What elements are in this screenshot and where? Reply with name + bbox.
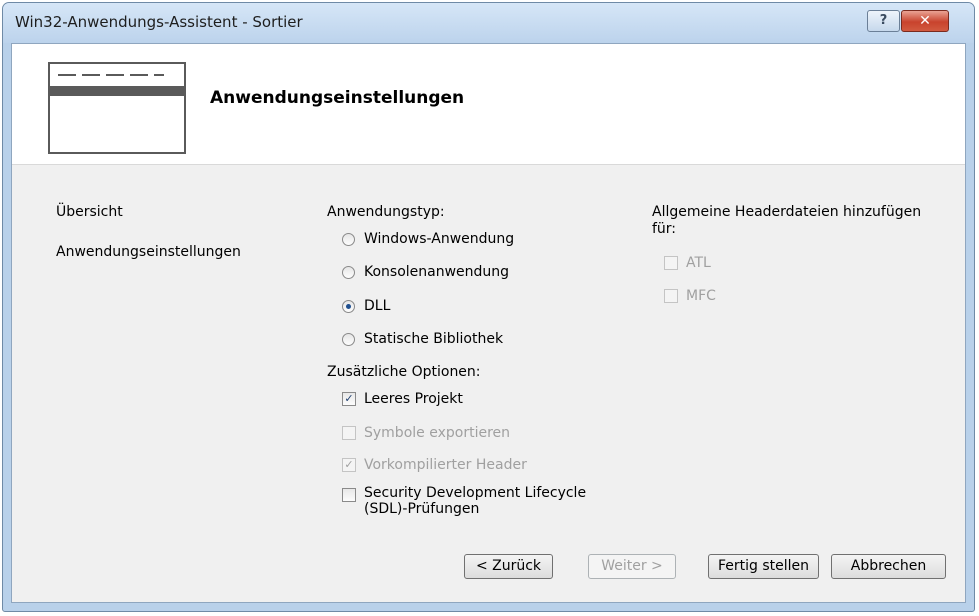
checkbox-atl: ATL: [664, 255, 711, 271]
nav-item-overview[interactable]: Übersicht: [56, 204, 123, 220]
checkbox-empty-project[interactable]: ✓ Leeres Projekt: [342, 391, 463, 407]
help-button[interactable]: ?: [867, 10, 900, 32]
radio-button[interactable]: [342, 232, 355, 246]
common-headers-label: Allgemeine Headerdateien hinzufügen für:: [652, 204, 922, 237]
checkbox-checked[interactable]: ✓: [342, 392, 356, 406]
radio-label: DLL: [364, 298, 391, 314]
checkbox-label: Security Development Lifecycle (SDL)-Prü…: [364, 485, 587, 517]
checkbox-disabled: [342, 426, 356, 440]
checkbox-disabled: [664, 289, 678, 303]
page-title: Anwendungseinstellungen: [210, 88, 465, 108]
checkbox-label: MFC: [686, 288, 716, 304]
checkbox-label: Vorkompilierter Header: [364, 457, 527, 473]
help-icon: ?: [879, 13, 888, 28]
checkbox-label: ATL: [686, 255, 711, 271]
additional-options-label: Zusätzliche Optionen:: [327, 364, 481, 380]
checkbox-export-symbols: Symbole exportieren: [342, 425, 510, 441]
back-button[interactable]: < Zurück: [464, 554, 553, 579]
close-button[interactable]: ✕: [901, 10, 949, 32]
cancel-button[interactable]: Abbrechen: [831, 554, 946, 579]
wizard-header: Anwendungseinstellungen: [12, 44, 965, 165]
close-icon: ✕: [919, 13, 931, 29]
finish-button[interactable]: Fertig stellen: [708, 554, 819, 579]
radio-button-selected[interactable]: [342, 299, 355, 313]
radio-label: Statische Bibliothek: [364, 331, 504, 347]
radio-static-library[interactable]: Statische Bibliothek: [342, 331, 503, 347]
checkbox-mfc: MFC: [664, 288, 716, 304]
checkbox-disabled: [664, 256, 678, 270]
radio-button[interactable]: [342, 332, 355, 346]
checkbox-disabled-checked: ✓: [342, 458, 356, 472]
next-button: Weiter >: [588, 554, 676, 579]
wizard-window-icon: [48, 62, 186, 154]
radio-dll[interactable]: DLL: [342, 298, 390, 314]
checkbox-precompiled-header: ✓ Vorkompilierter Header: [342, 457, 527, 473]
nav-item-application-settings[interactable]: Anwendungseinstellungen: [56, 244, 241, 260]
radio-windows-app[interactable]: Windows-Anwendung: [342, 231, 514, 247]
radio-label: Windows-Anwendung: [364, 231, 515, 247]
checkbox-label: Leeres Projekt: [364, 391, 463, 407]
title-bar[interactable]: Win32-Anwendungs-Assistent - Sortier ? ✕: [3, 3, 974, 43]
radio-button[interactable]: [342, 265, 355, 279]
checkbox[interactable]: [342, 488, 356, 502]
window-title: Win32-Anwendungs-Assistent - Sortier: [15, 13, 303, 31]
radio-console-app[interactable]: Konsolenanwendung: [342, 264, 509, 280]
wizard-window: Win32-Anwendungs-Assistent - Sortier ? ✕…: [2, 2, 975, 612]
checkbox-label: Symbole exportieren: [364, 425, 511, 441]
app-type-label: Anwendungstyp:: [327, 204, 445, 220]
checkbox-sdl-checks[interactable]: Security Development Lifecycle (SDL)-Prü…: [342, 485, 586, 517]
dialog-client-area: Anwendungseinstellungen Übersicht Anwend…: [11, 43, 966, 603]
radio-label: Konsolenanwendung: [364, 264, 510, 280]
